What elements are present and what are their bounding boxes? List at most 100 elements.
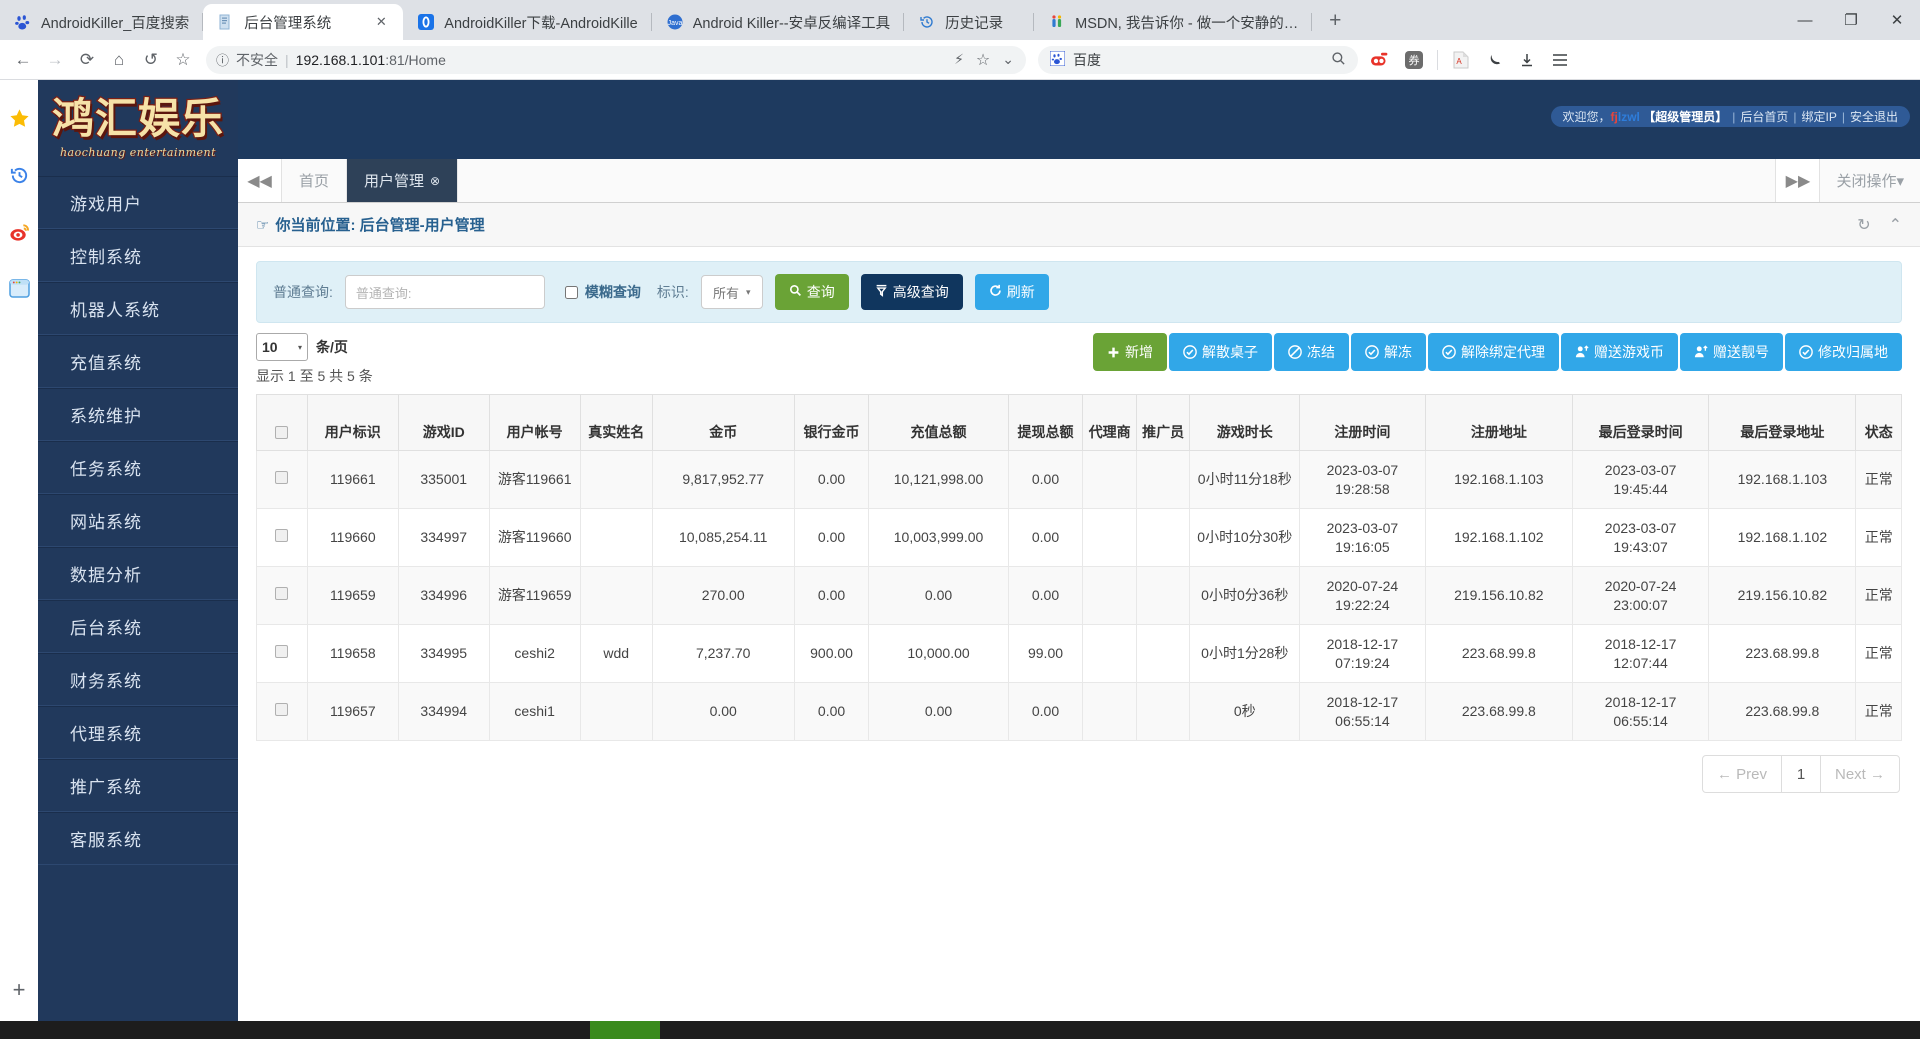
select-all-header[interactable] bbox=[257, 395, 308, 451]
action-button-0[interactable]: 新增 bbox=[1093, 333, 1167, 371]
cell-status: 正常 bbox=[1856, 683, 1902, 741]
table-row[interactable]: 119660334997游客11966010,085,254.110.0010,… bbox=[257, 509, 1902, 567]
table-row[interactable]: 119657334994ceshi10.000.000.000.000秒2018… bbox=[257, 683, 1902, 741]
history-clock-icon[interactable] bbox=[9, 165, 30, 190]
browser-tab-4[interactable]: 历史记录 bbox=[904, 4, 1034, 40]
tabstrip-prev-icon[interactable]: ◀◀ bbox=[238, 159, 282, 202]
search-box[interactable]: 百度 bbox=[1038, 46, 1358, 74]
close-operations-menu[interactable]: 关闭操作▾ bbox=[1819, 159, 1920, 202]
link-bind-ip[interactable]: 绑定IP bbox=[1802, 110, 1837, 124]
browser-tab-2[interactable]: AndroidKiller下载-AndroidKille bbox=[403, 4, 651, 40]
favorites-star-icon[interactable] bbox=[9, 108, 30, 133]
undo-icon[interactable]: ↺ bbox=[136, 45, 166, 75]
sidebar-item-3[interactable]: 充值系统 bbox=[38, 335, 238, 388]
window-maximize-button[interactable]: ❐ bbox=[1828, 0, 1874, 40]
dark-mode-moon-icon[interactable] bbox=[1479, 45, 1509, 75]
download-icon[interactable] bbox=[1512, 45, 1542, 75]
info-circle-icon[interactable]: ⓘ bbox=[216, 50, 229, 69]
back-icon[interactable]: ← bbox=[8, 45, 38, 75]
pdf-icon[interactable]: A bbox=[1446, 45, 1476, 75]
row-select-cell[interactable] bbox=[257, 683, 308, 741]
pagination-next-button[interactable]: Next → bbox=[1820, 755, 1900, 793]
advanced-search-button[interactable]: 高级查询 bbox=[861, 274, 963, 310]
sidebar-item-6[interactable]: 网站系统 bbox=[38, 494, 238, 547]
row-checkbox[interactable] bbox=[275, 703, 288, 716]
flag-select[interactable]: 所有 ▾ bbox=[701, 275, 763, 309]
sidebar-item-4[interactable]: 系统维护 bbox=[38, 388, 238, 441]
home-icon[interactable]: ⌂ bbox=[104, 45, 134, 75]
row-checkbox[interactable] bbox=[275, 471, 288, 484]
fuzzy-query-checkbox[interactable]: 模糊查询 bbox=[565, 282, 641, 302]
refresh-icon[interactable]: ↻ bbox=[1857, 215, 1870, 235]
browser-tab-5[interactable]: MSDN, 我告诉你 - 做一个安静的… bbox=[1034, 4, 1312, 40]
lightning-icon[interactable]: ⚡ bbox=[954, 51, 964, 68]
collapse-icon[interactable]: ⌃ bbox=[1889, 215, 1902, 235]
window-close-button[interactable]: ✕ bbox=[1874, 0, 1920, 40]
table-row[interactable]: 119661335001游客1196619,817,952.770.0010,1… bbox=[257, 451, 1902, 509]
pagination-page-1[interactable]: 1 bbox=[1782, 755, 1820, 793]
add-panel-button[interactable]: + bbox=[13, 977, 26, 1003]
refresh-button[interactable]: 刷新 bbox=[975, 274, 1049, 310]
menu-hamburger-icon[interactable] bbox=[1545, 45, 1575, 75]
row-checkbox[interactable] bbox=[275, 587, 288, 600]
forward-icon[interactable]: → bbox=[40, 45, 70, 75]
sidebar-item-0[interactable]: 游戏用户 bbox=[38, 176, 238, 229]
sidebar-item-2[interactable]: 机器人系统 bbox=[38, 282, 238, 335]
sidebar-item-11[interactable]: 推广系统 bbox=[38, 759, 238, 812]
action-button-4[interactable]: 解除绑定代理 bbox=[1428, 333, 1559, 371]
row-checkbox[interactable] bbox=[275, 529, 288, 542]
query-input[interactable]: 普通查询: bbox=[345, 275, 545, 309]
table-row[interactable]: 119659334996游客119659270.000.000.000.000小… bbox=[257, 567, 1902, 625]
tab-close-icon[interactable]: ✕ bbox=[373, 14, 389, 30]
window-minimize-button[interactable]: — bbox=[1782, 0, 1828, 40]
browser-tab-0[interactable]: AndroidKiller_百度搜索 bbox=[0, 4, 203, 40]
sidebar-item-10[interactable]: 代理系统 bbox=[38, 706, 238, 759]
workspace-tab-home[interactable]: 首页 bbox=[282, 159, 347, 202]
sidebar-item-9[interactable]: 财务系统 bbox=[38, 653, 238, 706]
sidebar-item-1[interactable]: 控制系统 bbox=[38, 229, 238, 282]
weibo-icon[interactable] bbox=[9, 222, 30, 247]
sidebar-item-12[interactable]: 客服系统 bbox=[38, 812, 238, 865]
action-button-3[interactable]: 解冻 bbox=[1351, 333, 1426, 371]
new-tab-button[interactable]: + bbox=[1318, 4, 1352, 38]
search-icon[interactable] bbox=[1331, 51, 1346, 69]
address-bar[interactable]: ⓘ 不安全 | 192.168.1.101:81/Home ⚡ ☆ ⌄ bbox=[206, 46, 1026, 74]
row-select-cell[interactable] bbox=[257, 451, 308, 509]
reload-icon[interactable]: ⟳ bbox=[72, 45, 102, 75]
row-select-cell[interactable] bbox=[257, 625, 308, 683]
sidebar-item-8[interactable]: 后台系统 bbox=[38, 600, 238, 653]
window-icon[interactable] bbox=[9, 279, 30, 302]
coupon-icon[interactable]: 券 bbox=[1399, 45, 1429, 75]
tabstrip-next-icon[interactable]: ▶▶ bbox=[1775, 159, 1819, 202]
favorite-star-icon[interactable]: ☆ bbox=[976, 50, 990, 70]
cell-text: 192.168.1.102 bbox=[1454, 529, 1544, 545]
row-select-cell[interactable] bbox=[257, 509, 308, 567]
workspace-tab-user-management[interactable]: 用户管理 ⊗ bbox=[347, 159, 458, 202]
action-button-7[interactable]: 修改归属地 bbox=[1785, 333, 1902, 371]
select-all-checkbox[interactable] bbox=[275, 426, 288, 439]
cell-playtime: 0小时11分18秒 bbox=[1190, 451, 1300, 509]
search-button[interactable]: 查询 bbox=[775, 274, 849, 310]
action-button-5[interactable]: 赠送游戏币 bbox=[1561, 333, 1678, 371]
cell-text: 0秒 bbox=[1234, 703, 1256, 719]
browser-tab-3[interactable]: Java Android Killer--安卓反编译工具 bbox=[652, 4, 904, 40]
search-icon bbox=[789, 284, 802, 300]
workspace-tab-close-icon[interactable]: ⊗ bbox=[430, 174, 440, 188]
sidebar-item-5[interactable]: 任务系统 bbox=[38, 441, 238, 494]
chevron-down-icon[interactable]: ⌄ bbox=[1002, 51, 1014, 68]
row-checkbox[interactable] bbox=[275, 645, 288, 658]
link-backend-home[interactable]: 后台首页 bbox=[1740, 110, 1788, 124]
pagination-prev-button[interactable]: ← Prev bbox=[1702, 755, 1782, 793]
camera-record-icon[interactable] bbox=[1366, 45, 1396, 75]
action-button-2[interactable]: 冻结 bbox=[1274, 333, 1349, 371]
action-button-1[interactable]: 解散桌子 bbox=[1169, 333, 1272, 371]
browser-tab-1[interactable]: 后台管理系统 ✕ bbox=[203, 4, 403, 40]
link-logout[interactable]: 安全退出 bbox=[1850, 110, 1898, 124]
table-row[interactable]: 119658334995ceshi2wdd7,237.70900.0010,00… bbox=[257, 625, 1902, 683]
row-select-cell[interactable] bbox=[257, 567, 308, 625]
bookmark-star-icon[interactable]: ☆ bbox=[168, 45, 198, 75]
sidebar-item-7[interactable]: 数据分析 bbox=[38, 547, 238, 600]
page-size-select[interactable]: 10 ▾ bbox=[256, 333, 308, 361]
action-button-6[interactable]: 赠送靓号 bbox=[1680, 333, 1783, 371]
fuzzy-query-checkbox-input[interactable] bbox=[565, 286, 578, 299]
